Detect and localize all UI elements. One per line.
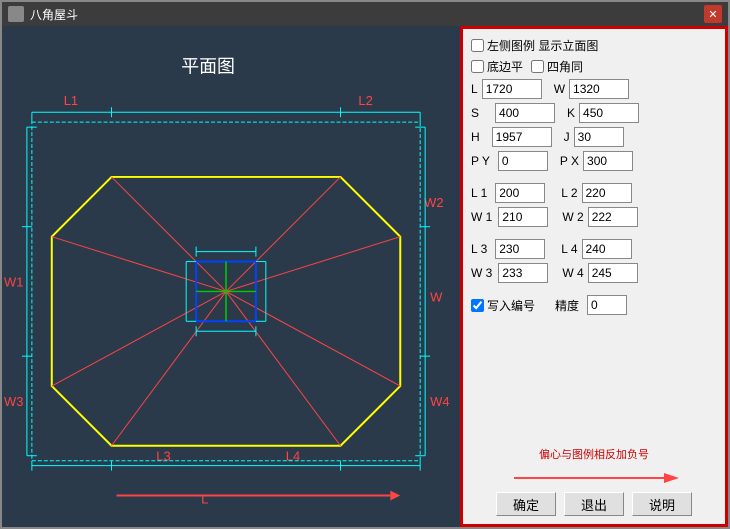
w3-input[interactable] <box>498 263 548 283</box>
w-label: W <box>554 82 565 96</box>
cad-drawing: 平面图 L1 L2 W2 <box>2 26 460 527</box>
left-side-row: 左侧图例 显示立面图 <box>471 37 717 54</box>
w4-input[interactable] <box>588 263 638 283</box>
l-label: L <box>471 82 478 96</box>
exit-button[interactable]: 退出 <box>564 492 624 516</box>
options-row: 底边平 四角同 <box>471 58 717 75</box>
l3l4-row: L 3 L 4 <box>471 239 717 259</box>
svg-text:IR BA: IR BA <box>350 524 381 527</box>
precision-label: 精度 <box>555 297 579 314</box>
svg-text:L3: L3 <box>156 449 170 464</box>
l3-label: L 3 <box>471 242 487 256</box>
h-input[interactable] <box>492 127 552 147</box>
w3-label: W 3 <box>471 266 492 280</box>
arrow-svg <box>504 468 684 488</box>
svg-text:L4: L4 <box>286 449 300 464</box>
pypx-row: P Y P X <box>471 151 717 171</box>
sk-row: S K <box>471 103 717 123</box>
plan-title: 平面图 <box>181 56 235 76</box>
content-area: 平面图 L1 L2 W2 <box>2 26 728 527</box>
bottom-flat-item[interactable]: 底边平 <box>471 58 523 75</box>
precision-item: 精度 <box>555 295 627 315</box>
w3w4-row: W 3 W 4 <box>471 263 717 283</box>
svg-text:W2: W2 <box>424 195 443 210</box>
h-label: H <box>471 130 480 144</box>
py-label: P Y <box>471 154 490 168</box>
title-icon <box>8 6 24 22</box>
svg-text:L1: L1 <box>64 93 78 108</box>
k-label: K <box>567 106 575 120</box>
w2-input[interactable] <box>588 207 638 227</box>
l-input[interactable] <box>482 79 542 99</box>
bottom-flat-label: 底边平 <box>487 58 523 75</box>
write-number-label: 写入编号 <box>487 297 535 314</box>
bottom-flat-checkbox[interactable] <box>471 60 484 73</box>
drawing-area: 平面图 L1 L2 W2 <box>2 26 460 527</box>
four-corners-item[interactable]: 四角同 <box>531 58 583 75</box>
svg-text:W: W <box>430 289 443 304</box>
k-input[interactable] <box>579 103 639 123</box>
four-corners-label: 四角同 <box>547 58 583 75</box>
l4-label: L 4 <box>561 242 577 256</box>
w1-input[interactable] <box>498 207 548 227</box>
l1l2-row: L 1 L 2 <box>471 183 717 203</box>
l2-input[interactable] <box>582 183 632 203</box>
bottom-section: 偏心与图例相反加负号 确定 退出 说明 <box>471 446 717 516</box>
l4-input[interactable] <box>582 239 632 259</box>
left-side-label: 左侧图例 显示立面图 <box>487 37 598 54</box>
px-input[interactable] <box>583 151 633 171</box>
svg-text:W1: W1 <box>4 274 23 289</box>
window-title: 八角屋斗 <box>30 6 698 23</box>
write-number-item[interactable]: 写入编号 <box>471 297 535 314</box>
left-side-checkbox-item[interactable]: 左侧图例 显示立面图 <box>471 37 598 54</box>
w1w2-row: W 1 W 2 <box>471 207 717 227</box>
offset-note: 偏心与图例相反加负号 <box>471 446 717 462</box>
l1-input[interactable] <box>495 183 545 203</box>
j-input[interactable] <box>574 127 624 147</box>
left-side-checkbox[interactable] <box>471 39 484 52</box>
arrow-row <box>471 468 717 488</box>
s-input[interactable] <box>495 103 555 123</box>
svg-text:L2: L2 <box>358 93 372 108</box>
svg-text:W3: W3 <box>4 394 23 409</box>
four-corners-checkbox[interactable] <box>531 60 544 73</box>
w1-label: W 1 <box>471 210 492 224</box>
hj-row: H J <box>471 127 717 147</box>
px-label: P X <box>560 154 579 168</box>
svg-text:W4: W4 <box>430 394 449 409</box>
confirm-button[interactable]: 确定 <box>496 492 556 516</box>
main-window: 八角屋斗 ✕ 平面图 L1 L2 W2 <box>0 0 730 529</box>
close-button[interactable]: ✕ <box>704 5 722 23</box>
write-number-checkbox[interactable] <box>471 299 484 312</box>
precision-input[interactable] <box>587 295 627 315</box>
w4-label: W 4 <box>562 266 583 280</box>
l3-input[interactable] <box>495 239 545 259</box>
write-precision-row: 写入编号 精度 <box>471 295 717 315</box>
help-button[interactable]: 说明 <box>632 492 692 516</box>
svg-text:L: L <box>201 492 208 507</box>
w-input[interactable] <box>569 79 629 99</box>
l2-label: L 2 <box>561 186 577 200</box>
s-label: S <box>471 106 479 120</box>
j-label: J <box>564 130 570 144</box>
right-panel: 左侧图例 显示立面图 底边平 四角同 L W <box>460 26 728 527</box>
lw-row: L W <box>471 79 717 99</box>
button-row: 确定 退出 说明 <box>471 492 717 516</box>
title-bar: 八角屋斗 ✕ <box>2 2 728 26</box>
w2-label: W 2 <box>562 210 583 224</box>
l1-label: L 1 <box>471 186 487 200</box>
py-input[interactable] <box>498 151 548 171</box>
